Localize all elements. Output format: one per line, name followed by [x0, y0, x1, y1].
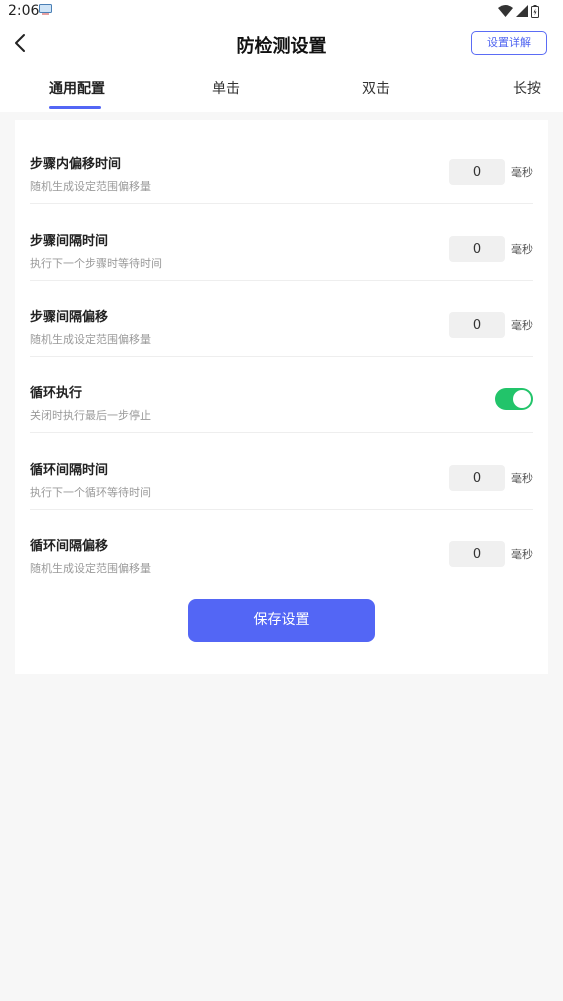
setting-description: 随机生成设定范围偏移量 — [30, 180, 151, 193]
loop-toggle[interactable] — [495, 388, 533, 410]
setting-row-step-offset: 步骤内偏移时间 随机生成设定范围偏移量 毫秒 — [30, 127, 533, 204]
setting-label: 循环间隔时间 — [30, 463, 109, 478]
setting-description: 执行下一个步骤时等待时间 — [30, 257, 162, 270]
unit-label: 毫秒 — [511, 472, 533, 485]
setting-label: 循环间隔偏移 — [30, 539, 109, 554]
setting-row-loop-interval-offset: 循环间隔偏移 随机生成设定范围偏移量 毫秒 — [30, 509, 533, 585]
setting-row-step-interval-offset: 步骤间隔偏移 随机生成设定范围偏移量 毫秒 — [30, 280, 533, 357]
setting-label: 步骤间隔偏移 — [30, 310, 109, 325]
tab-bar: 通用配置 单击 双击 长按 — [0, 64, 563, 112]
status-bar: 2:06 — [0, 0, 563, 24]
setting-label: 循环执行 — [30, 386, 83, 401]
step-interval-offset-input[interactable] — [449, 312, 505, 338]
loop-interval-offset-input[interactable] — [449, 541, 505, 567]
setting-row-loop-interval: 循环间隔时间 执行下一个循环等待时间 毫秒 — [30, 433, 533, 510]
save-settings-button[interactable]: 保存设置 — [188, 599, 375, 642]
setting-row-step-interval: 步骤间隔时间 执行下一个步骤时等待时间 毫秒 — [30, 204, 533, 281]
tab-general[interactable]: 通用配置 — [49, 78, 105, 98]
setting-label: 步骤间隔时间 — [30, 234, 109, 249]
unit-label: 毫秒 — [511, 548, 533, 561]
top-bar: 2:06 防检测设置 设置详解 通用配置 单击 双击 长按 — [0, 0, 563, 112]
notification-icon — [39, 4, 52, 15]
tab-double-click[interactable]: 双击 — [362, 78, 390, 98]
active-tab-indicator — [49, 106, 101, 109]
tab-long-press[interactable]: 长按 — [513, 78, 541, 98]
battery-icon — [531, 4, 539, 18]
settings-detail-button[interactable]: 设置详解 — [471, 31, 547, 55]
toggle-knob — [513, 390, 531, 408]
setting-description: 执行下一个循环等待时间 — [30, 486, 151, 499]
setting-description: 关闭时执行最后一步停止 — [30, 409, 151, 422]
status-time: 2:06 — [8, 3, 40, 19]
system-icons — [498, 4, 539, 18]
loop-interval-input[interactable] — [449, 465, 505, 491]
setting-label: 步骤内偏移时间 — [30, 157, 122, 172]
unit-label: 毫秒 — [511, 319, 533, 332]
unit-label: 毫秒 — [511, 243, 533, 256]
tab-single-click[interactable]: 单击 — [212, 78, 240, 98]
signal-icon — [516, 5, 528, 17]
setting-row-loop: 循环执行 关闭时执行最后一步停止 — [30, 356, 533, 433]
setting-description: 随机生成设定范围偏移量 — [30, 562, 151, 575]
unit-label: 毫秒 — [511, 166, 533, 179]
header: 防检测设置 设置详解 — [0, 24, 563, 64]
step-offset-input[interactable] — [449, 159, 505, 185]
setting-description: 随机生成设定范围偏移量 — [30, 333, 151, 346]
wifi-icon — [498, 5, 513, 17]
settings-card: 步骤内偏移时间 随机生成设定范围偏移量 毫秒 步骤间隔时间 执行下一个步骤时等待… — [15, 120, 548, 674]
step-interval-input[interactable] — [449, 236, 505, 262]
